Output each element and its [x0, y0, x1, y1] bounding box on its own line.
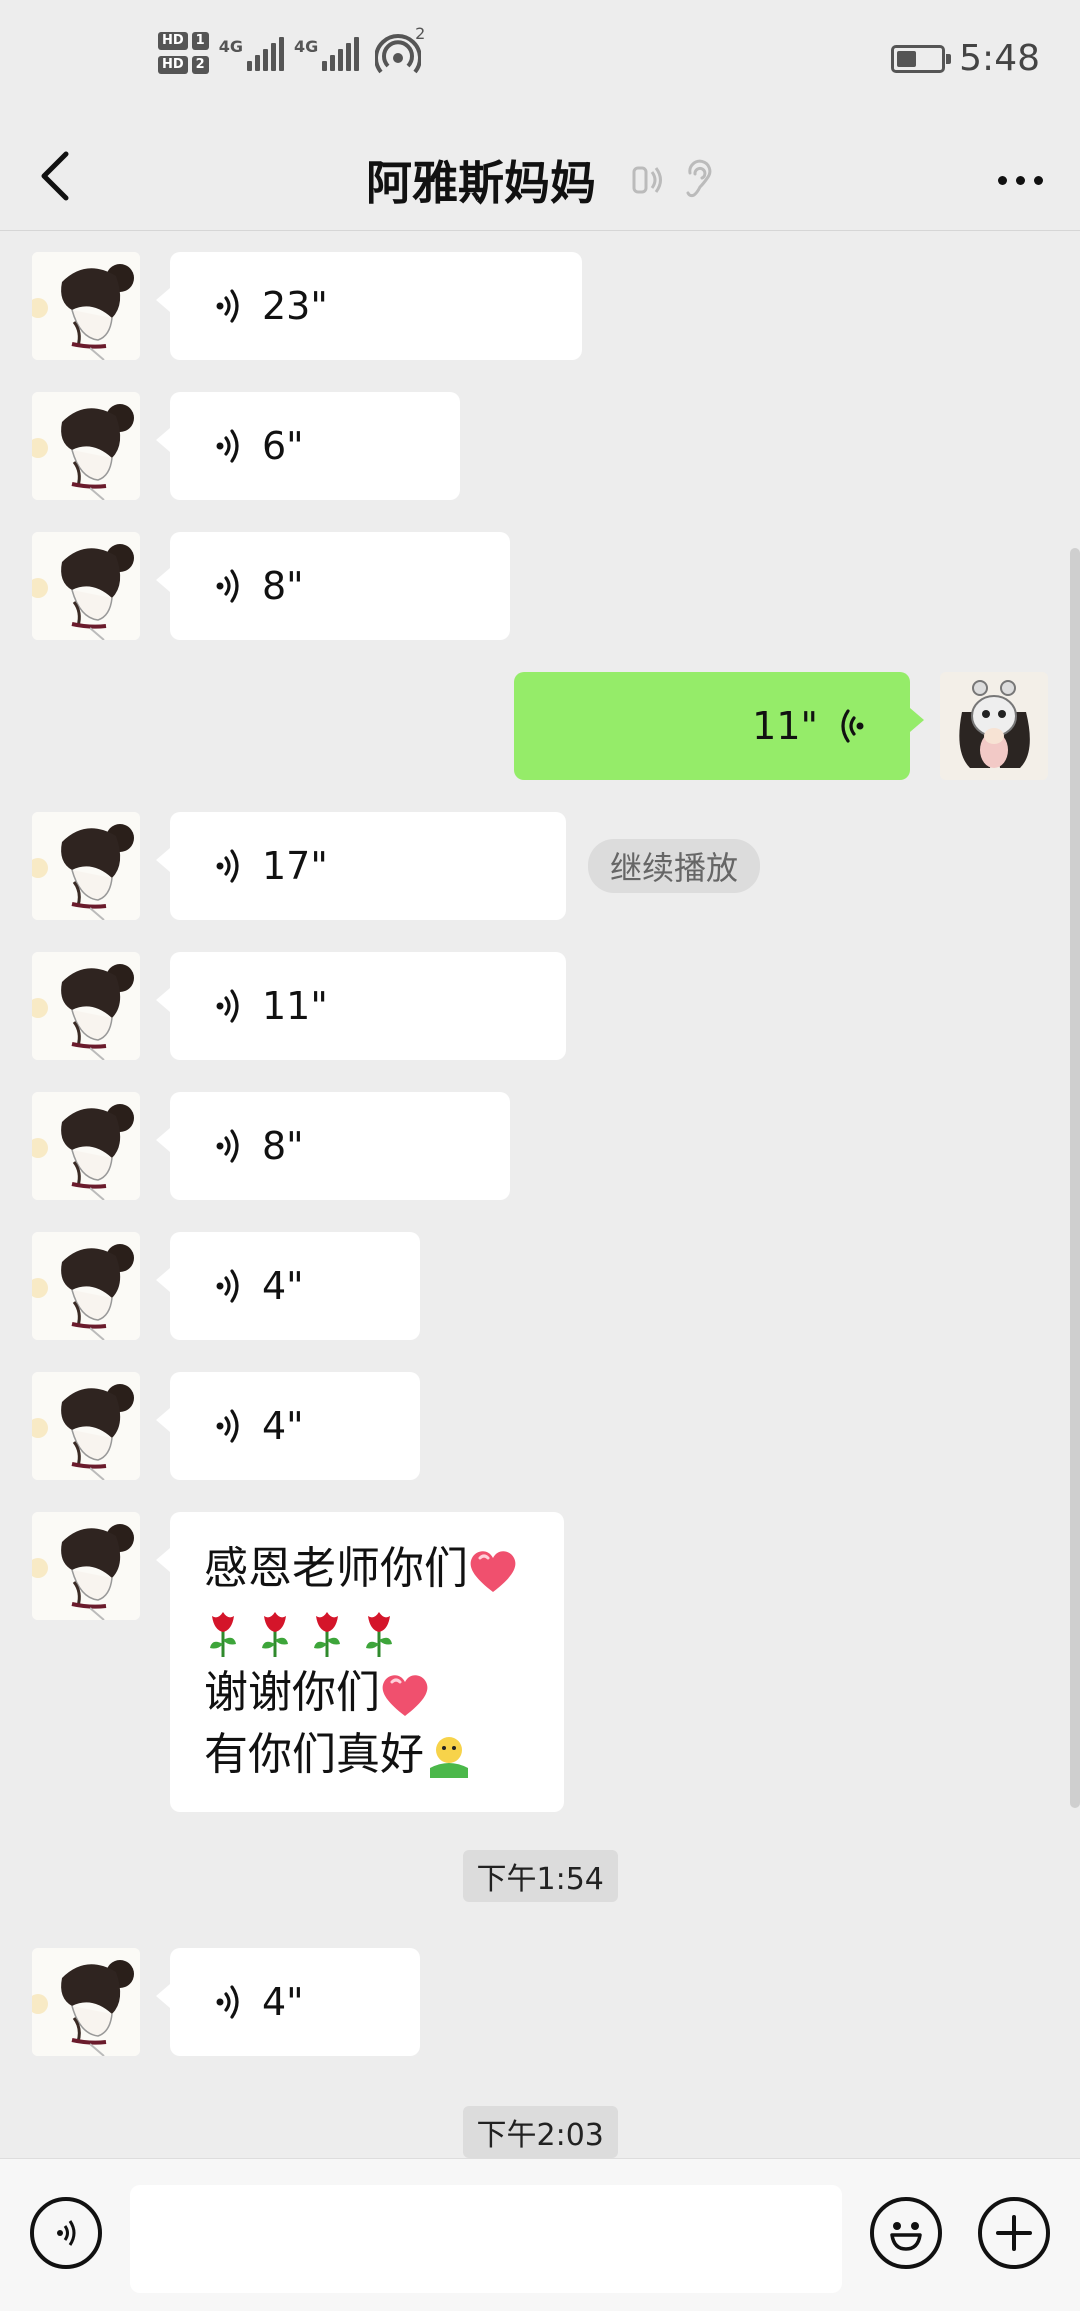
sim-indicators: HD 1 HD 2 [158, 32, 209, 74]
contact-avatar[interactable] [32, 1372, 140, 1480]
plus-button[interactable] [978, 2197, 1050, 2269]
message-line: 感恩老师你们 [204, 1538, 534, 1600]
voice-input-button[interactable] [30, 2197, 102, 2269]
voice-wave-icon [841, 709, 864, 743]
voice-message[interactable]: 8" [156, 1092, 510, 1200]
voice-duration: 17" [262, 844, 328, 888]
message-line: 有你们真好 [204, 1724, 534, 1786]
contact-avatar[interactable] [32, 1092, 140, 1200]
continue-playing-button[interactable]: 继续播放 [588, 839, 761, 893]
contact-avatar[interactable] [32, 812, 140, 920]
message-input[interactable] [130, 2185, 842, 2293]
sim1-number: 1 [191, 32, 209, 50]
voice-wave-icon [216, 1269, 239, 1303]
voice-message[interactable]: 11" [514, 672, 924, 780]
battery-fill [897, 50, 917, 67]
emoji-icon [890, 2222, 922, 2251]
my-avatar[interactable] [940, 672, 1048, 780]
earpiece-icon [632, 166, 662, 194]
voice-message[interactable]: 17" [156, 812, 566, 920]
voice-duration: 4" [262, 1404, 304, 1448]
rose-emoji-icon [366, 1612, 392, 1657]
sim2-number: 2 [191, 56, 209, 74]
more-dot-icon [1033, 175, 1043, 185]
network1-label: 4G [218, 36, 243, 56]
hugging-emoji-icon [430, 1737, 468, 1778]
status-right: 5:48 [891, 38, 1040, 79]
voice-duration: 4" [262, 1264, 304, 1308]
voice-message[interactable]: 6" [156, 392, 460, 500]
voice-duration: 4" [262, 1980, 304, 2024]
sim2-hd-badge: HD [158, 56, 188, 74]
chat-header: 阿雅斯妈妈 [0, 130, 1080, 231]
voice-wave-icon [216, 849, 239, 883]
ear-icon [686, 159, 712, 198]
contact-avatar[interactable] [32, 1512, 140, 1620]
contact-avatar[interactable] [32, 1232, 140, 1340]
heart-emoji-icon [470, 1551, 516, 1592]
voice-wave-icon [216, 1409, 239, 1443]
voice-duration: 23" [262, 284, 328, 328]
rose-emoji-icon [262, 1612, 288, 1657]
voice-wave-icon [216, 569, 239, 603]
status-bar: HD 1 HD 2 4G 4G 2 5:48 [0, 0, 1080, 130]
voice-wave-icon [216, 429, 239, 463]
sim1-hd-badge: HD [158, 32, 188, 50]
voice-message[interactable]: 23" [156, 252, 582, 360]
title-area: 阿雅斯妈妈 [0, 130, 1080, 230]
contact-avatar[interactable] [32, 532, 140, 640]
clock: 5:48 [959, 38, 1040, 79]
contact-avatar[interactable] [32, 392, 140, 500]
voice-wave-icon [216, 989, 239, 1023]
heart-emoji-icon [382, 1675, 428, 1716]
network2-label: 4G [293, 36, 319, 56]
voice-input-icon [57, 2220, 76, 2246]
scrollbar[interactable] [1070, 548, 1080, 1808]
contact-avatar[interactable] [32, 252, 140, 360]
voice-duration: 8" [262, 564, 304, 608]
hotspot-count: 2 [415, 24, 426, 43]
timestamp: 下午2:03 [462, 2106, 618, 2158]
voice-message[interactable]: 4" [156, 1372, 420, 1480]
title-icons [628, 159, 714, 201]
voice-duration: 6" [262, 424, 304, 468]
voice-duration: 11" [752, 704, 818, 748]
contact-avatar[interactable] [32, 952, 140, 1060]
rose-emoji-icon [314, 1612, 340, 1657]
voice-duration: 8" [262, 1124, 304, 1168]
voice-wave-icon [216, 1985, 239, 2019]
signal2-icon [322, 35, 360, 71]
battery-icon [891, 44, 952, 73]
voice-message[interactable]: 4" [156, 1948, 420, 2056]
plus-icon [996, 2215, 1032, 2251]
contact-avatar[interactable] [32, 1948, 140, 2056]
more-dot-icon [1015, 175, 1025, 185]
hotspot-icon: 2 [374, 24, 425, 76]
message-line [204, 1600, 534, 1662]
voice-wave-icon [216, 1129, 239, 1163]
more-dot-icon [997, 175, 1007, 185]
chat-title: 阿雅斯妈妈 [366, 156, 596, 210]
timestamp: 下午1:54 [462, 1850, 618, 1902]
text-message[interactable]: 感恩老师你们 谢谢你们 有你们真好 [156, 1512, 564, 1812]
message-line: 谢谢你们 [204, 1662, 534, 1724]
emoji-button[interactable] [870, 2197, 942, 2269]
input-bar [0, 2158, 1080, 2311]
voice-message[interactable]: 11" [156, 952, 566, 1060]
voice-wave-icon [216, 289, 239, 323]
rose-emoji-icon [210, 1612, 236, 1657]
status-left: HD 1 HD 2 4G 4G 2 [158, 24, 425, 76]
more-button[interactable] [990, 158, 1050, 202]
signal1-icon [246, 35, 284, 71]
voice-message[interactable]: 4" [156, 1232, 420, 1340]
voice-message[interactable]: 8" [156, 532, 510, 640]
voice-duration: 11" [262, 984, 328, 1028]
